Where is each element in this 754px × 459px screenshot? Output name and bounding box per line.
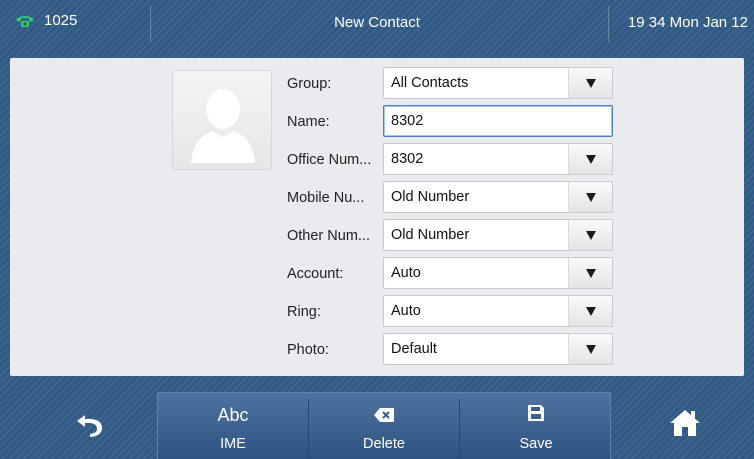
dropdown-button[interactable] xyxy=(568,258,612,288)
field-label: Other Num... xyxy=(287,228,370,244)
person-silhouette-icon xyxy=(191,89,255,163)
field-value: Auto xyxy=(391,265,421,281)
dropdown-button[interactable] xyxy=(568,334,612,364)
chevron-down-icon xyxy=(586,345,596,354)
field-value: Old Number xyxy=(391,189,470,205)
ime-label: IME xyxy=(220,436,246,452)
dropdown-button[interactable] xyxy=(568,68,612,98)
field-dropdown[interactable]: Auto xyxy=(383,295,613,327)
field-dropdown[interactable]: Old Number xyxy=(383,219,613,251)
home-button[interactable] xyxy=(614,392,754,459)
chevron-down-icon xyxy=(586,307,596,316)
field-label: Office Num... xyxy=(287,152,372,168)
chevron-down-icon xyxy=(586,231,596,240)
delete-button[interactable]: Delete xyxy=(309,393,459,459)
dropdown-button[interactable] xyxy=(568,182,612,212)
ime-mode-text: Abc xyxy=(217,405,249,425)
form-row: Group: All Contacts xyxy=(287,67,617,99)
back-button[interactable] xyxy=(40,392,140,459)
contact-form-panel: Group: All Contacts Name: 8302 Office Num...… xyxy=(10,58,744,376)
field-label: Name: xyxy=(287,114,330,130)
field-value: All Contacts xyxy=(391,75,469,91)
softkey-bar: Abc IME Delete Save xyxy=(0,386,754,459)
form-row: Office Num... 8302 xyxy=(287,143,617,175)
save-button[interactable]: Save xyxy=(460,393,612,459)
field-value: Default xyxy=(391,341,437,357)
field-label: Mobile Nu... xyxy=(287,190,365,206)
form-row: Photo: Default xyxy=(287,333,617,365)
chevron-down-icon xyxy=(586,79,596,88)
form-row: Account: Auto xyxy=(287,257,617,289)
field-label: Group: xyxy=(287,76,332,92)
field-label: Ring: xyxy=(287,304,321,320)
dropdown-button[interactable] xyxy=(568,220,612,250)
field-dropdown[interactable]: 8302 xyxy=(383,143,613,175)
chevron-down-icon xyxy=(586,269,596,278)
softkey-group: Abc IME Delete Save xyxy=(157,392,611,459)
ime-button[interactable]: Abc IME xyxy=(158,393,308,459)
dropdown-button[interactable] xyxy=(568,144,612,174)
field-value: 8302 xyxy=(391,113,424,129)
backspace-icon xyxy=(374,408,394,422)
field-input[interactable]: 8302 xyxy=(383,105,613,137)
home-icon xyxy=(670,410,700,436)
form-row: Other Num... Old Number xyxy=(287,219,617,251)
field-dropdown[interactable]: Old Number xyxy=(383,181,613,213)
field-value: Auto xyxy=(391,303,421,319)
form-row: Mobile Nu... Old Number xyxy=(287,181,617,213)
floppy-disk-icon xyxy=(528,405,544,421)
field-label: Account: xyxy=(287,266,344,282)
dropdown-button[interactable] xyxy=(568,296,612,326)
date-time: 19 34 Mon Jan 12 xyxy=(627,14,748,31)
status-separator xyxy=(608,6,609,42)
field-dropdown[interactable]: Default xyxy=(383,333,613,365)
delete-label: Delete xyxy=(363,436,405,452)
field-value: Old Number xyxy=(391,227,470,243)
form-row: Name: 8302 xyxy=(287,105,617,137)
contact-photo[interactable] xyxy=(172,70,272,170)
chevron-down-icon xyxy=(586,155,596,164)
field-value: 8302 xyxy=(391,151,424,167)
form-row: Ring: Auto xyxy=(287,295,617,327)
field-dropdown[interactable]: Auto xyxy=(383,257,613,289)
field-dropdown[interactable]: All Contacts xyxy=(383,67,613,99)
phone-screen: 1025 New Contact 19 34 Mon Jan 12 Group:… xyxy=(0,0,754,459)
save-label: Save xyxy=(519,436,553,452)
back-arrow-icon xyxy=(77,415,102,437)
chevron-down-icon xyxy=(586,193,596,202)
field-label: Photo: xyxy=(287,342,329,358)
status-bar: 1025 New Contact 19 34 Mon Jan 12 xyxy=(0,0,754,46)
